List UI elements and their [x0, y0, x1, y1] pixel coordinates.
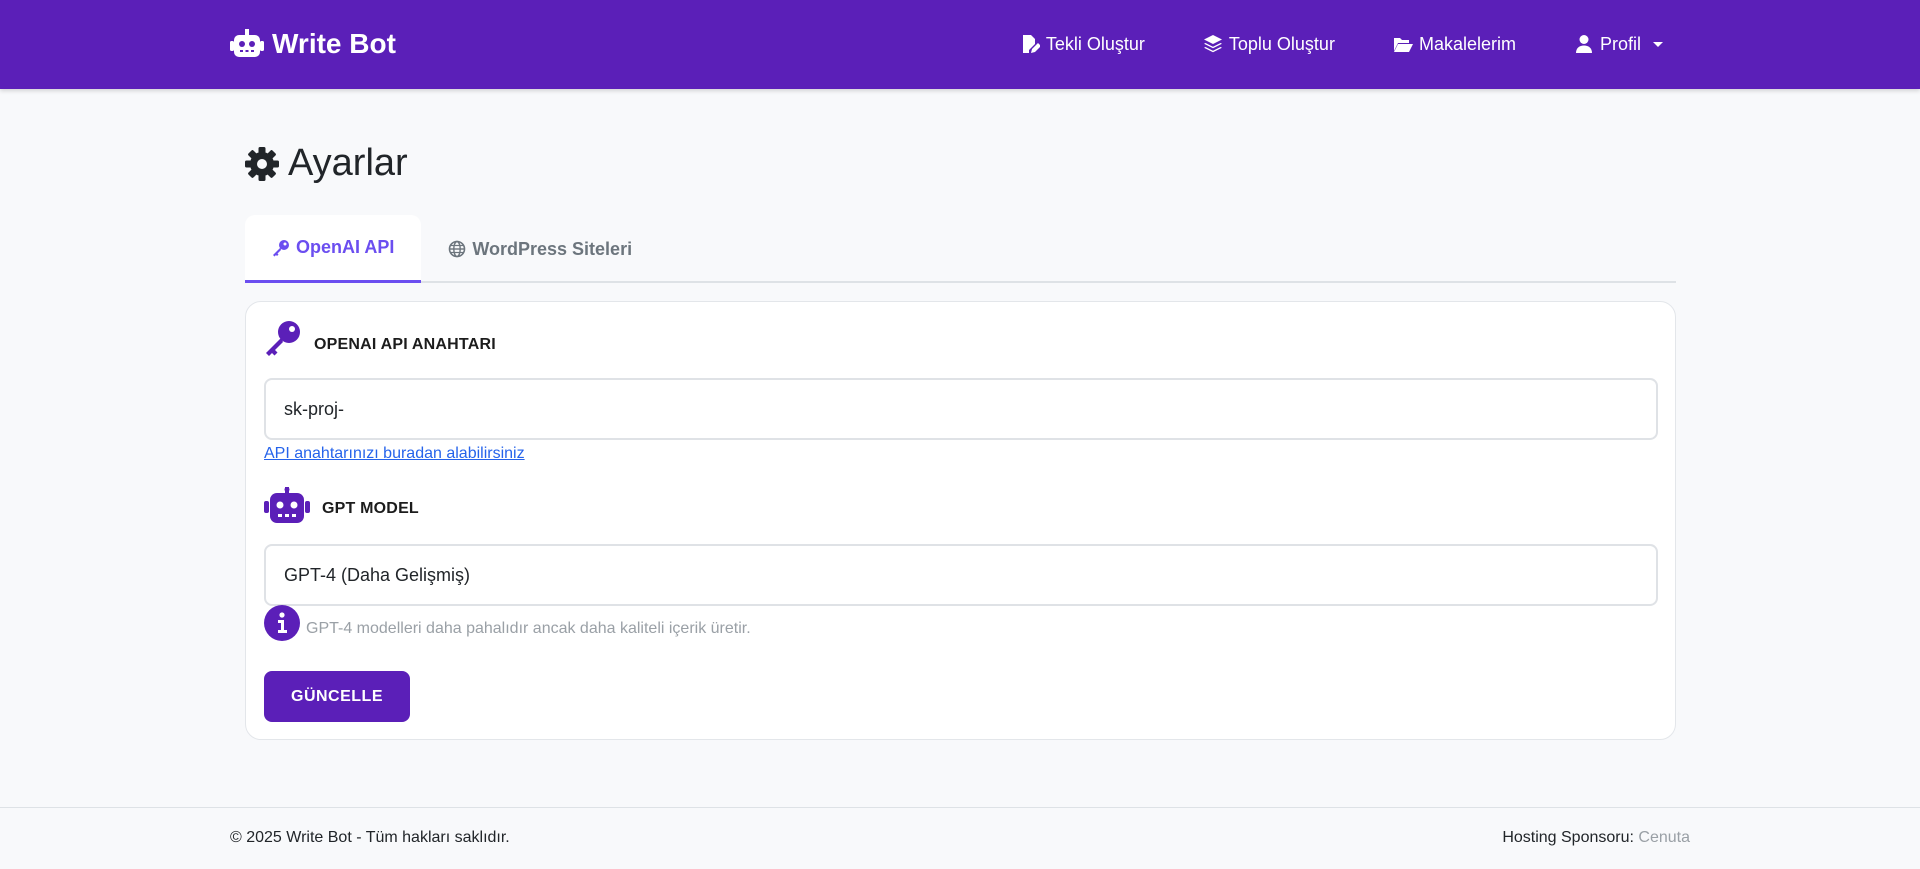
nav-link-makalelerim[interactable]: Makalelerim	[1393, 34, 1516, 55]
nav-link-label: Profil	[1599, 33, 1641, 54]
api-key-input[interactable]	[264, 378, 1658, 440]
tab-label: OpenAI API	[296, 237, 395, 257]
info-circle-icon	[264, 605, 300, 641]
sponsor: Hosting Sponsoru: Cenuta	[1502, 829, 1690, 847]
brand-link[interactable]: Write Bot	[230, 27, 396, 61]
gear-icon	[245, 146, 279, 181]
model-info-text: GPT-4 modelleri daha pahalıdır ancak dah…	[306, 620, 751, 637]
key-icon	[273, 239, 289, 256]
nav-link-label: Makalelerim	[1418, 33, 1516, 54]
robot-icon	[230, 29, 264, 57]
folder-open-icon	[1393, 38, 1413, 52]
chevron-down-icon	[1653, 41, 1663, 47]
page-title: Ayarlar	[244, 142, 408, 185]
layers-icon	[1203, 35, 1222, 53]
page-title-text: Ayarlar	[288, 142, 408, 184]
nav-link-label: Tekli Oluştur	[1045, 33, 1145, 54]
settings-card: OPENAI API ANAHTARI API anahtarınızı bur…	[245, 301, 1676, 740]
sponsor-label: Hosting Sponsoru:	[1502, 829, 1634, 846]
robot-icon	[264, 487, 310, 523]
copyright-text: © 2025 Write Bot - Tüm hakları saklıdır.	[230, 829, 510, 846]
settings-tabs: OpenAI API WordPress Siteleri	[245, 215, 1676, 283]
tab-wordpress-siteleri[interactable]: WordPress Siteleri	[421, 215, 659, 283]
nav-link-label: Toplu Oluştur	[1228, 33, 1335, 54]
key-icon	[266, 321, 300, 356]
api-key-help-link[interactable]: API anahtarınızı buradan alabilirsiniz	[264, 445, 525, 463]
user-icon	[1575, 35, 1592, 53]
tab-openai-api[interactable]: OpenAI API	[245, 215, 422, 283]
globe-icon	[449, 240, 466, 258]
brand-name: Write Bot	[272, 28, 396, 59]
gpt-model-select[interactable]	[264, 544, 1658, 606]
gpt-model-label-text: GPT MODEL	[322, 500, 419, 517]
file-pen-icon	[1022, 35, 1040, 53]
sponsor-link[interactable]: Cenuta	[1638, 829, 1690, 846]
nav-link-tekli-olustur[interactable]: Tekli Oluştur	[1020, 34, 1145, 55]
api-key-label-text: OPENAI API ANAHTARI	[314, 336, 496, 353]
model-info: GPT-4 modelleri daha pahalıdır ancak dah…	[264, 605, 751, 641]
profile-dropdown[interactable]: Profil	[1574, 34, 1663, 55]
update-button[interactable]: GÜNCELLE	[264, 671, 410, 722]
api-key-label: OPENAI API ANAHTARI	[264, 320, 496, 358]
tab-label: WordPress Siteleri	[472, 238, 633, 259]
gpt-model-label: GPT MODEL	[264, 487, 419, 523]
nav-links: Tekli Oluştur Toplu Oluştur Makalelerim …	[1020, 31, 1663, 57]
nav-link-toplu-olustur[interactable]: Toplu Oluştur	[1203, 34, 1335, 55]
footer: © 2025 Write Bot - Tüm hakları saklıdır.…	[0, 807, 1920, 869]
top-navbar: Write Bot Tekli Oluştur Toplu Oluştur Ma…	[0, 0, 1920, 89]
